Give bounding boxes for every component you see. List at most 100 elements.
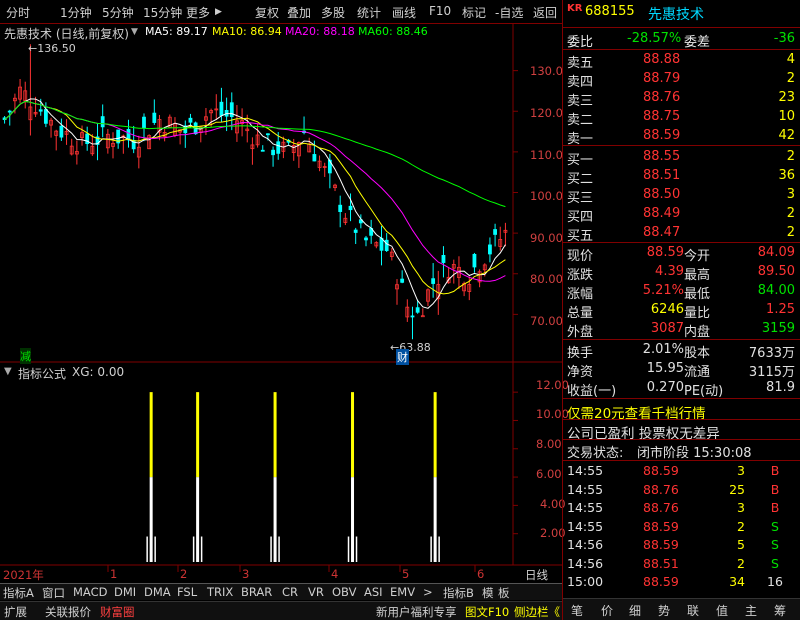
news-row[interactable]: 公司已盈利 投票权无差异 bbox=[563, 421, 800, 442]
bid-price: 88.49 bbox=[643, 206, 681, 221]
trade-tick-row: 14:55 88.76 3 B bbox=[563, 499, 800, 518]
tick-time: 14:56 bbox=[567, 537, 604, 552]
weibi-value: -28.57% bbox=[627, 31, 682, 46]
stat-row: 涨跌 4.39 最高 89.50 bbox=[563, 263, 800, 283]
bid-row[interactable]: 买二 88.51 36 bbox=[563, 167, 800, 187]
kline-chart[interactable] bbox=[0, 0, 562, 583]
tab-indicator-b[interactable]: 指标B bbox=[443, 585, 474, 601]
ask-price: 88.59 bbox=[643, 128, 681, 143]
tab-extend[interactable]: 扩展 bbox=[4, 604, 27, 620]
date-tick: 2 bbox=[180, 567, 188, 581]
trade-tick-row: 15:00 88.59 34 16 bbox=[563, 573, 800, 592]
bid-row[interactable]: 买三 88.50 3 bbox=[563, 186, 800, 206]
stat-label: 外盘 bbox=[567, 325, 594, 340]
tab-obv[interactable]: OBV bbox=[332, 585, 356, 599]
tab-template-1[interactable]: 模 bbox=[482, 585, 494, 601]
tick-price: 88.59 bbox=[643, 463, 679, 478]
tick-price: 88.76 bbox=[643, 500, 679, 515]
stat-label: 今开 bbox=[684, 249, 711, 264]
ask-price: 88.76 bbox=[643, 90, 681, 105]
tab-zhi[interactable]: 值 bbox=[716, 602, 728, 619]
tick-side: S bbox=[771, 555, 779, 571]
tab-wealth-circle[interactable]: 财富圈 bbox=[100, 604, 135, 620]
bid-volume: 2 bbox=[786, 225, 795, 240]
candle-body bbox=[441, 255, 446, 263]
tab-trix[interactable]: TRIX bbox=[207, 585, 233, 599]
tab-next-icon[interactable]: > bbox=[423, 585, 433, 599]
tab-related-quote[interactable]: 关联报价 bbox=[45, 604, 91, 620]
ma10-line bbox=[4, 100, 506, 295]
stat-label: 内盘 bbox=[684, 325, 711, 340]
tab-cr[interactable]: CR bbox=[282, 585, 298, 599]
tab-indicator-a[interactable]: 指标A bbox=[3, 585, 34, 601]
tab-lian[interactable]: 联 bbox=[687, 602, 699, 619]
ask-row[interactable]: 卖一 88.59 42 bbox=[563, 127, 800, 147]
ask-row[interactable]: 卖五 88.88 4 bbox=[563, 51, 800, 71]
tick-volume: 2 bbox=[737, 518, 745, 534]
bid-row[interactable]: 买四 88.49 2 bbox=[563, 205, 800, 225]
stock-code: 688155 bbox=[585, 4, 635, 19]
tab-window[interactable]: 窗口 bbox=[42, 585, 65, 601]
ask-row[interactable]: 卖四 88.79 2 bbox=[563, 70, 800, 90]
candle-body bbox=[353, 229, 358, 233]
price-tick: 90.00 bbox=[530, 231, 563, 245]
indicator-dropdown-icon[interactable]: ▼ bbox=[4, 366, 12, 377]
candle-body bbox=[410, 315, 415, 318]
finance-row: 换手 2.01% 股本 7633万 bbox=[563, 341, 800, 361]
sidebar-toggle[interactable]: 侧边栏《 bbox=[514, 604, 560, 620]
stat-label: 涨幅 bbox=[567, 287, 594, 302]
date-tick: 6 bbox=[477, 567, 485, 581]
tick-price: 88.59 bbox=[643, 574, 679, 589]
bid-volume: 3 bbox=[786, 187, 795, 202]
ask-volume: 42 bbox=[778, 128, 795, 143]
candle-body bbox=[38, 109, 43, 112]
tab-emv[interactable]: EMV bbox=[390, 585, 415, 599]
f10-link[interactable]: 图文F10 bbox=[465, 604, 509, 620]
tab-dma[interactable]: DMA bbox=[144, 585, 171, 599]
tab-template-2[interactable]: 板 bbox=[498, 585, 510, 601]
tab-chou[interactable]: 筹 bbox=[774, 602, 786, 619]
period-label[interactable]: 日线 bbox=[525, 567, 548, 583]
tab-vr[interactable]: VR bbox=[308, 585, 324, 599]
promo-row[interactable]: 仅需20元查看千档行情 bbox=[563, 401, 800, 422]
candle-body bbox=[312, 154, 317, 162]
bid-row[interactable]: 买一 88.55 2 bbox=[563, 148, 800, 168]
indicator-name[interactable]: 指标公式 bbox=[18, 365, 66, 382]
tab-dmi[interactable]: DMI bbox=[114, 585, 136, 599]
tab-brar[interactable]: BRAR bbox=[241, 585, 272, 599]
candle-body bbox=[379, 237, 384, 251]
jian-marker[interactable]: 减 bbox=[20, 348, 31, 364]
cai-marker[interactable]: 财 bbox=[396, 349, 409, 365]
bid-label: 买四 bbox=[567, 210, 594, 225]
tab-jia[interactable]: 价 bbox=[601, 602, 613, 619]
tab-zhu[interactable]: 主 bbox=[745, 602, 757, 619]
bid-volume: 36 bbox=[778, 168, 795, 183]
ask-row[interactable]: 卖三 88.76 23 bbox=[563, 89, 800, 109]
panel-tabs: 笔 价 细 势 联 值 主 筹 bbox=[563, 598, 800, 620]
bid-row[interactable]: 买五 88.47 2 bbox=[563, 224, 800, 244]
candle-body bbox=[142, 116, 146, 129]
status-label: 交易状态: bbox=[567, 446, 624, 461]
tick-side: 16 bbox=[767, 574, 783, 589]
tab-bi[interactable]: 笔 bbox=[571, 602, 583, 619]
date-tick: 1 bbox=[110, 567, 118, 581]
trade-tick-row: 14:56 88.59 5 S bbox=[563, 536, 800, 555]
bid-label: 买二 bbox=[567, 172, 594, 187]
tab-shi[interactable]: 势 bbox=[658, 602, 670, 619]
tab-fsl[interactable]: FSL bbox=[177, 585, 197, 599]
promo-link[interactable]: 新用户福利专享 bbox=[376, 604, 457, 620]
extra-tabs: 扩展 关联报价 财富圈 新用户福利专享 图文F10 侧边栏《 bbox=[0, 601, 562, 620]
tick-volume: 25 bbox=[729, 481, 745, 497]
tab-asi[interactable]: ASI bbox=[364, 585, 383, 599]
ask-row[interactable]: 卖二 88.75 10 bbox=[563, 108, 800, 128]
tab-macd[interactable]: MACD bbox=[73, 585, 107, 599]
stat-label: 量比 bbox=[684, 306, 711, 321]
date-tick: 2021年 bbox=[3, 568, 44, 582]
finance-row: 收益(一) 0.270 PE(动) 81.9 bbox=[563, 379, 800, 399]
quote-panel: KR 688155 先惠技术 委比 -28.57% 委差 -36 卖五 88.88… bbox=[562, 0, 800, 620]
stat-row: 涨幅 5.21% 最低 84.00 bbox=[563, 282, 800, 302]
stock-title: KR 688155 先惠技术 bbox=[563, 3, 800, 23]
tick-side: S bbox=[771, 537, 779, 552]
weicha-value: -36 bbox=[773, 31, 795, 46]
tab-xi[interactable]: 细 bbox=[629, 602, 641, 619]
